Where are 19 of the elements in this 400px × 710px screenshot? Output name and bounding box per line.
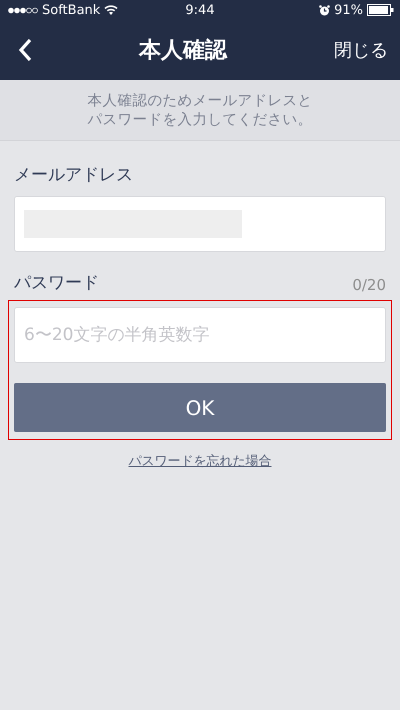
- close-button[interactable]: 閉じる: [334, 38, 388, 62]
- character-counter: 0/20: [352, 276, 386, 294]
- signal-icon: [8, 6, 38, 14]
- alarm-icon: [319, 4, 330, 16]
- instruction-text: 本人確認のためメールアドレスとパスワードを入力してください。: [86, 92, 314, 130]
- ok-button[interactable]: OK: [14, 383, 386, 432]
- forgot-password-link[interactable]: パスワードを忘れた場合: [128, 452, 272, 470]
- screen-title: 本人確認: [139, 37, 227, 65]
- back-button[interactable]: [18, 38, 32, 62]
- password-field[interactable]: 6〜20文字の半角英数字: [14, 307, 386, 363]
- wifi-icon: [104, 5, 118, 15]
- clock-time: 9:44: [184, 2, 216, 18]
- field-label: メールアドレス: [14, 164, 134, 186]
- carrier-name: SoftBank: [42, 2, 100, 18]
- back-chevron-icon: [18, 38, 32, 62]
- battery-percent: 91%: [334, 2, 363, 18]
- battery-icon: [367, 4, 394, 16]
- field-label: パスワード: [14, 272, 99, 294]
- email-field[interactable]: [14, 196, 386, 252]
